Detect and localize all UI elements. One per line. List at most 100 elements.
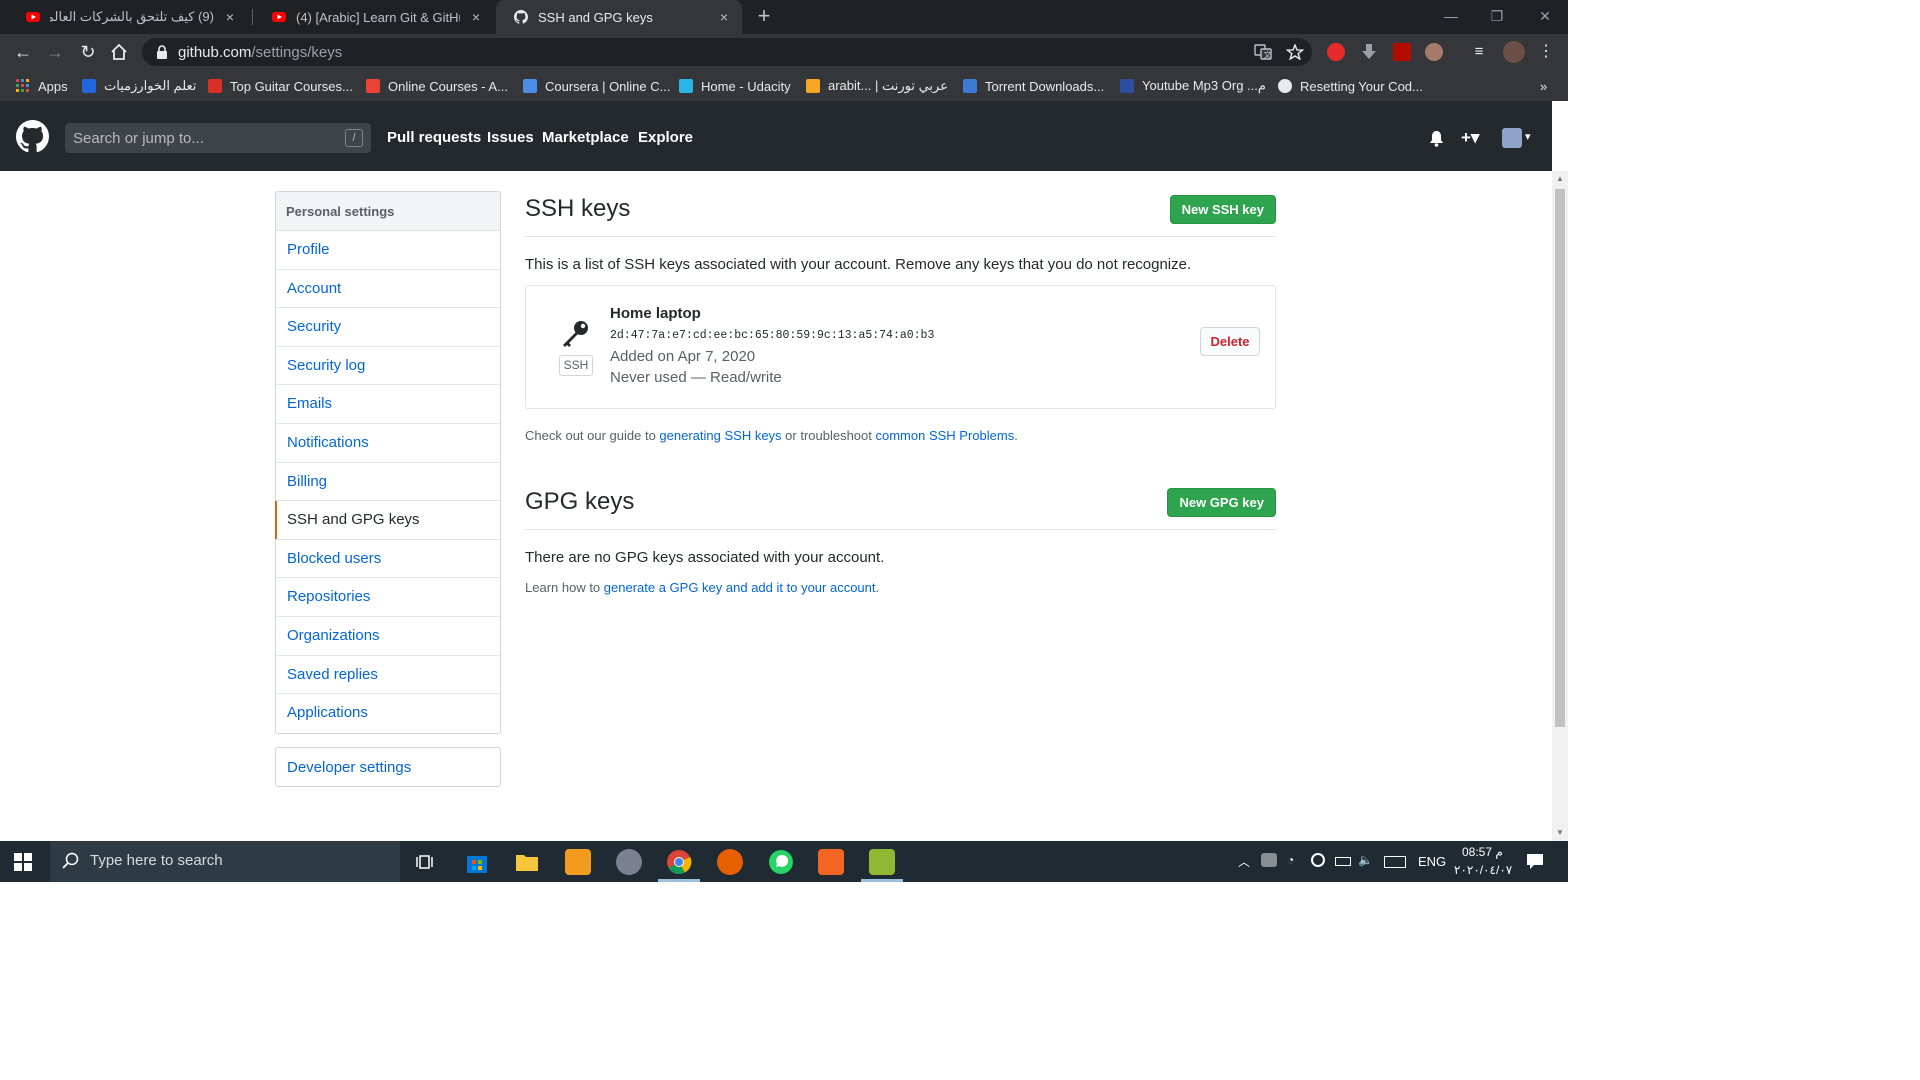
close-tab-icon[interactable]: × (468, 9, 484, 25)
sidebar-item-repositories[interactable]: Repositories (276, 578, 500, 617)
translate-icon[interactable]: 文 (1254, 44, 1272, 60)
delete-key-button[interactable]: Delete (1200, 327, 1260, 356)
onedrive-icon[interactable] (1261, 853, 1277, 867)
forward-arrow-icon[interactable]: → (44, 41, 66, 63)
restore-window-icon[interactable]: ❐ (1487, 6, 1507, 26)
show-hidden-icons-icon[interactable]: ︿ (1238, 853, 1250, 870)
taskbar-search-box[interactable]: Type here to search (50, 841, 400, 882)
game-app-icon[interactable] (616, 849, 642, 875)
sidebar-item-ssh-gpg-keys[interactable]: SSH and GPG keys (275, 501, 500, 540)
browser-tab-2[interactable]: (4) [Arabic] Learn Git & GitHub # × (254, 0, 494, 34)
wifi-icon[interactable]: ◔ (1287, 853, 1294, 867)
close-window-icon[interactable]: ✕ (1535, 6, 1555, 26)
new-ssh-key-button[interactable]: New SSH key (1169, 195, 1276, 224)
sidebar-item-applications[interactable]: Applications (276, 694, 500, 733)
minimize-window-icon[interactable]: — (1441, 6, 1461, 26)
chrome-icon[interactable] (666, 849, 692, 875)
bookmark-item[interactable]: Home - Udacity (679, 77, 791, 95)
reload-icon[interactable]: ↻ (77, 41, 99, 63)
browser-tab-1[interactable]: (9) كيف تلتحق بالشركات العالمية - I × (8, 0, 248, 34)
profile-avatar[interactable] (1503, 41, 1525, 63)
back-arrow-icon[interactable]: ← (12, 41, 34, 63)
nav-explore[interactable]: Explore (638, 129, 693, 146)
chrome-menu-icon[interactable]: ⋮ (1537, 43, 1555, 61)
bookmark-item[interactable]: Resetting Your Cod... (1278, 77, 1423, 95)
sidebar-item-blocked-users[interactable]: Blocked users (276, 540, 500, 579)
ssh-key-list-item: SSH Home laptop 2d:47:7a:e7:cd:ee:bc:65:… (525, 285, 1276, 409)
bookmark-item[interactable]: Coursera | Online C... (523, 77, 670, 95)
terminal-app-icon[interactable] (869, 849, 895, 875)
bookmark-item[interactable]: تعلم الخوارزميات (82, 77, 196, 95)
create-new-dropdown[interactable]: +▾ (1461, 128, 1479, 148)
bookmark-favicon-icon (679, 79, 693, 93)
sidebar-item-profile[interactable]: Profile (276, 231, 500, 270)
bookmark-item[interactable]: Top Guitar Courses... (208, 77, 353, 95)
battery-icon[interactable] (1335, 857, 1351, 866)
sidebar-item-saved-replies[interactable]: Saved replies (276, 656, 500, 695)
firefox-icon[interactable] (717, 849, 743, 875)
clock-time[interactable]: 08:57 م (1462, 845, 1503, 859)
generating-ssh-keys-link[interactable]: generating SSH keys (659, 428, 781, 443)
bookmark-label: Torrent Downloads... (985, 78, 1105, 94)
windows-start-icon[interactable] (14, 853, 32, 871)
bookmark-favicon-icon (366, 79, 380, 93)
bookmark-item[interactable]: Online Courses - A... (366, 77, 508, 95)
nav-pull-requests[interactable]: Pull requests (387, 129, 481, 146)
download-extension-icon[interactable] (1360, 43, 1378, 61)
new-tab-button[interactable]: + (754, 5, 774, 27)
browser-tab-active[interactable]: SSH and GPG keys × (496, 0, 742, 34)
xampp-icon[interactable] (818, 849, 844, 875)
nav-issues[interactable]: Issues (487, 129, 534, 146)
ssh-guide-suffix: . (1014, 428, 1018, 443)
nav-marketplace[interactable]: Marketplace (542, 129, 629, 146)
bookmark-item[interactable]: arabit... | عربي تورنت (806, 77, 948, 95)
scrollbar-thumb[interactable] (1555, 189, 1565, 727)
avatar-caret-icon[interactable]: ▾ (1525, 130, 1531, 143)
extension-icon[interactable] (1425, 43, 1443, 61)
scroll-down-arrow-icon[interactable]: ▼ (1556, 829, 1564, 837)
bookmark-apps[interactable]: Apps (16, 77, 68, 95)
ssh-guide-prefix: Check out our guide to (525, 428, 660, 443)
ssh-guide-note: Check out our guide to generating SSH ke… (525, 428, 1018, 443)
bookmark-item[interactable]: Torrent Downloads... (963, 77, 1104, 95)
extension-adblock-icon[interactable] (1327, 43, 1345, 61)
bookmarks-overflow-icon[interactable]: » (1540, 77, 1547, 95)
page-scrollbar[interactable]: ▲ ▼ (1552, 171, 1568, 841)
common-ssh-problems-link[interactable]: common SSH Problems (876, 428, 1015, 443)
home-icon[interactable] (110, 43, 128, 61)
close-tab-icon[interactable]: × (716, 9, 732, 25)
webcam-icon[interactable] (1311, 853, 1325, 867)
media-control-icon[interactable]: ≡ (1470, 43, 1488, 61)
volume-icon[interactable]: 🔈 (1358, 853, 1373, 867)
pdf-extension-icon[interactable] (1393, 43, 1411, 61)
new-gpg-key-button[interactable]: New GPG key (1167, 488, 1276, 517)
clock-date[interactable]: ٢٠٢٠/٠٤/٠٧ (1454, 863, 1512, 877)
bookmark-star-icon[interactable] (1286, 44, 1304, 60)
task-view-icon[interactable] (413, 849, 439, 875)
sidebar-item-emails[interactable]: Emails (276, 385, 500, 424)
generate-gpg-key-link[interactable]: generate a GPG key and add it to your ac… (604, 580, 876, 595)
input-language[interactable]: ENG (1418, 854, 1446, 869)
notifications-bell-icon[interactable] (1429, 130, 1444, 147)
whatsapp-icon[interactable] (768, 849, 794, 875)
close-tab-icon[interactable]: × (222, 9, 238, 25)
sidebar-item-security-log[interactable]: Security log (276, 347, 500, 386)
address-bar[interactable]: github.com/settings/keys 文 (142, 38, 1312, 66)
bookmark-item[interactable]: Youtube Mp3 Org ...م (1120, 77, 1266, 95)
active-app-indicator (861, 879, 903, 882)
keyboard-icon[interactable] (1384, 856, 1406, 868)
github-search-input[interactable]: Search or jump to... / (65, 123, 371, 153)
sidebar-item-account[interactable]: Account (276, 270, 500, 309)
sidebar-item-notifications[interactable]: Notifications (276, 424, 500, 463)
microsoft-store-icon[interactable] (464, 849, 490, 875)
media-player-icon[interactable] (565, 849, 591, 875)
sidebar-item-billing[interactable]: Billing (276, 463, 500, 502)
scroll-up-arrow-icon[interactable]: ▲ (1556, 175, 1564, 183)
action-center-icon[interactable] (1526, 853, 1544, 870)
sidebar-item-organizations[interactable]: Organizations (276, 617, 500, 656)
sidebar-item-security[interactable]: Security (276, 308, 500, 347)
user-avatar[interactable] (1502, 128, 1522, 148)
sidebar-item-developer-settings[interactable]: Developer settings (275, 747, 501, 787)
github-logo-icon[interactable] (16, 120, 49, 153)
file-explorer-icon[interactable] (514, 849, 540, 875)
